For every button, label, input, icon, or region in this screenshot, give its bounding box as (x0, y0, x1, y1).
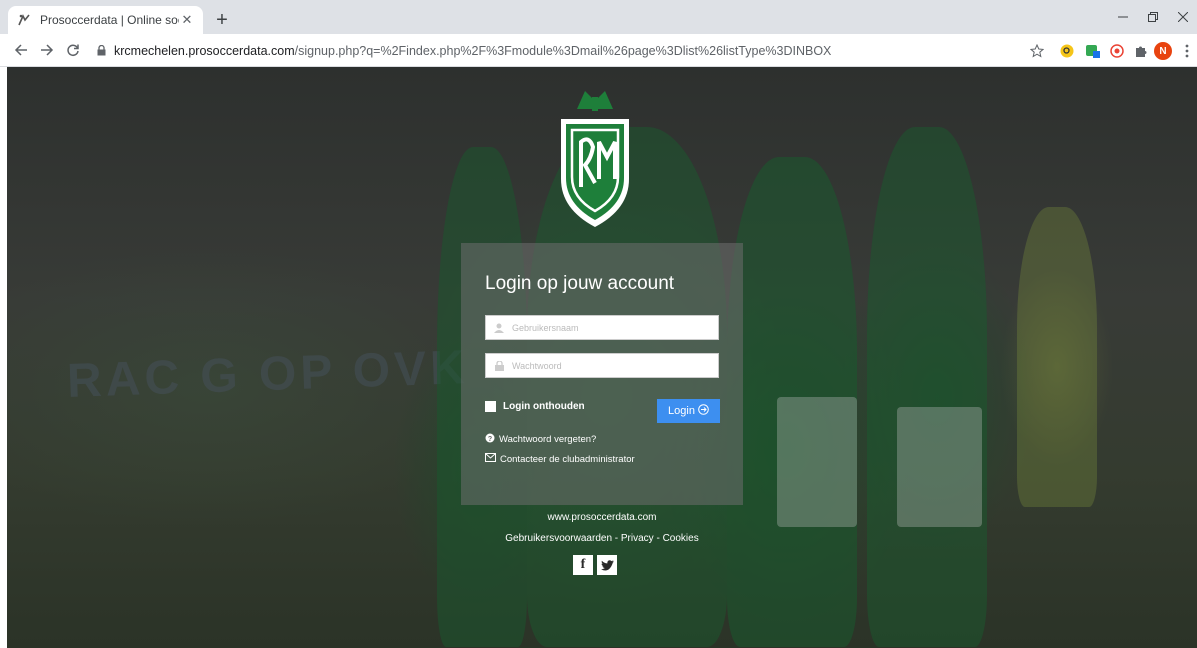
club-logo (561, 91, 629, 227)
back-icon[interactable] (10, 39, 32, 61)
minimize-icon[interactable] (1108, 6, 1138, 28)
social-links: f (573, 555, 617, 575)
tab-bar: Prosoccerdata | Online soccer ma ✕ + (0, 0, 1197, 34)
username-input[interactable] (512, 322, 712, 333)
forward-icon[interactable] (36, 39, 58, 61)
browser-toolbar: krcmechelen.prosoccerdata.com/signup.php… (0, 34, 1197, 67)
url-text: krcmechelen.prosoccerdata.com/signup.php… (114, 44, 831, 58)
reload-icon[interactable] (62, 39, 84, 61)
forgot-password-link[interactable]: ? Wachtwoord vergeten? (485, 433, 596, 446)
url-host: krcmechelen.prosoccerdata.com (114, 43, 295, 58)
login-heading: Login op jouw account (485, 273, 675, 294)
page-footer: www.prosoccerdata.com Gebruikersvoorwaar… (461, 512, 743, 544)
forgot-password-label: Wachtwoord vergeten? (499, 434, 597, 445)
terms-link[interactable]: Gebruikersvoorwaarden (505, 533, 612, 544)
facebook-icon[interactable]: f (573, 555, 593, 575)
extensions-puzzle-icon[interactable] (1132, 42, 1150, 60)
contact-admin-link[interactable]: Contacteer de clubadministrator (485, 453, 635, 465)
tab-title: Prosoccerdata | Online soccer ma (40, 13, 179, 27)
site-link[interactable]: www.prosoccerdata.com (461, 512, 743, 523)
url-path: /signup.php?q=%2Findex.php%2F%3Fmodule%3… (294, 43, 832, 58)
contact-admin-label: Contacteer de clubadministrator (500, 453, 635, 465)
remember-me[interactable]: Login onthouden (485, 401, 585, 412)
login-button[interactable]: Login (657, 399, 720, 423)
remember-label: Login onthouden (503, 401, 585, 412)
prosoccerdata-favicon-icon (16, 12, 32, 28)
question-circle-icon: ? (485, 433, 495, 446)
extension-search-icon[interactable] (1058, 42, 1076, 60)
browser-tab[interactable]: Prosoccerdata | Online soccer ma ✕ (8, 6, 203, 34)
login-button-label: Login (668, 405, 695, 417)
cookies-link[interactable]: Cookies (663, 533, 699, 544)
address-bar[interactable]: krcmechelen.prosoccerdata.com/signup.php… (90, 38, 1020, 63)
footer-separator: - (612, 533, 621, 544)
login-page: RAC G OP OVK Login op jouw account Gebru… (7, 67, 1197, 648)
background-shorts (777, 397, 857, 527)
privacy-link[interactable]: Privacy (621, 533, 654, 544)
background-player (867, 127, 987, 647)
new-tab-button[interactable]: + (211, 9, 233, 31)
lock-icon (94, 44, 108, 58)
profile-initial: N (1154, 42, 1172, 60)
profile-avatar[interactable]: N (1154, 42, 1172, 60)
login-panel: Login op jouw account Login onthouden Lo… (461, 243, 743, 505)
bookmark-star-icon[interactable] (1028, 42, 1046, 60)
svg-text:?: ? (488, 436, 492, 443)
footer-separator: - (653, 533, 663, 544)
password-field[interactable] (485, 353, 719, 378)
background-shorts (897, 407, 982, 527)
tab-close-icon[interactable]: ✕ (179, 12, 195, 28)
arrow-circle-right-icon (698, 404, 709, 418)
password-input[interactable] (512, 360, 712, 371)
envelope-icon (485, 453, 496, 465)
stadium-banner: RAC G OP OVK (66, 341, 470, 408)
user-icon (486, 323, 512, 333)
remember-checkbox[interactable] (485, 401, 496, 412)
username-field[interactable] (485, 315, 719, 340)
extension-shield-icon[interactable] (1084, 42, 1102, 60)
restore-icon[interactable] (1138, 6, 1168, 28)
extension-target-icon[interactable] (1108, 42, 1126, 60)
menu-kebab-icon[interactable] (1178, 42, 1196, 60)
close-window-icon[interactable] (1168, 6, 1197, 28)
lock-field-icon (486, 360, 512, 371)
twitter-icon[interactable] (597, 555, 617, 575)
background-referee (1017, 207, 1097, 507)
